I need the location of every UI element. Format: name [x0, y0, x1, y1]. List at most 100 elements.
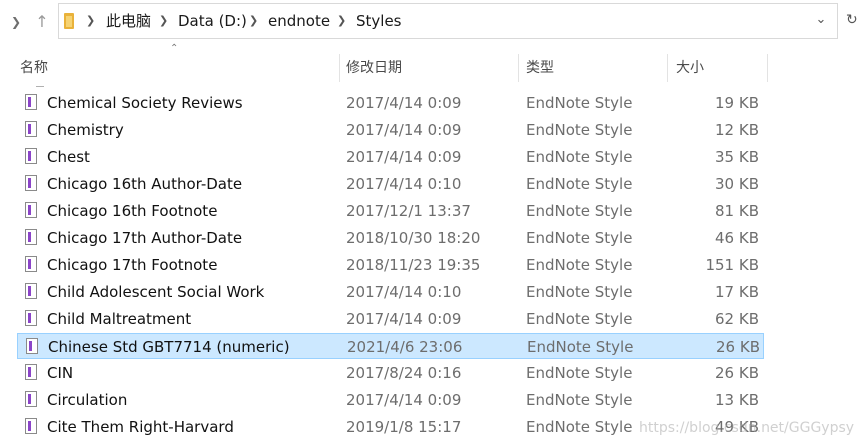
endnote-style-file-icon [25, 121, 37, 137]
endnote-style-file-icon [25, 391, 37, 407]
file-name: CIN [47, 364, 74, 382]
file-size: 17 KB [715, 283, 759, 301]
crumb-drive[interactable]: Data (D:) [178, 12, 247, 30]
up-arrow-icon[interactable]: ↑ [32, 10, 52, 34]
column-header-size[interactable]: 大小 [670, 54, 766, 82]
file-type: EndNote Style [526, 391, 633, 409]
sort-ascending-icon: ⌃ [170, 43, 179, 54]
address-history-dropdown-icon[interactable]: ⌄ [808, 8, 834, 32]
column-header-name[interactable]: 名称 [14, 54, 340, 82]
chevron-right-icon[interactable]: ❯ [337, 13, 346, 29]
file-type: EndNote Style [526, 121, 633, 139]
file-date: 2018/11/23 19:35 [346, 256, 481, 274]
file-date: 2017/12/1 13:37 [346, 202, 471, 220]
crumb-endnote[interactable]: endnote [268, 12, 330, 30]
endnote-style-file-icon [25, 418, 37, 434]
file-type: EndNote Style [527, 338, 634, 356]
column-header-type[interactable]: 类型 [520, 54, 668, 82]
file-date: 2017/4/14 0:10 [346, 175, 462, 193]
file-size: 26 KB [715, 364, 759, 382]
file-row[interactable]: Chest 2017/4/14 0:09 EndNote Style 35 KB [17, 144, 764, 170]
file-type: EndNote Style [526, 364, 633, 382]
file-date: 2017/4/14 0:09 [346, 391, 462, 409]
file-type: EndNote Style [526, 418, 633, 436]
file-row[interactable]: Chicago 16th Footnote 2017/12/1 13:37 EndN… [17, 198, 764, 224]
file-row[interactable]: Chemistry 2017/4/14 0:09 EndNote Style 12 K… [17, 117, 764, 143]
file-name: Chest [47, 148, 90, 166]
file-row[interactable]: Chicago 17th Footnote 2018/11/23 19:35 End… [17, 252, 764, 278]
file-type: EndNote Style [526, 94, 633, 112]
file-row[interactable]: Chicago 17th Author-Date 2018/10/30 18:20… [17, 225, 764, 251]
file-date: 2021/4/6 23:06 [347, 338, 463, 356]
chevron-right-icon[interactable]: ❯ [159, 13, 168, 29]
file-name: Chemical Society Reviews [47, 94, 243, 112]
file-size: 13 KB [715, 391, 759, 409]
refresh-icon[interactable]: ↻ [846, 8, 862, 32]
endnote-style-file-icon [25, 310, 37, 326]
file-date: 2017/4/14 0:09 [346, 94, 462, 112]
endnote-style-file-icon [25, 94, 37, 110]
crumb-styles[interactable]: Styles [356, 12, 402, 30]
file-type: EndNote Style [526, 256, 633, 274]
column-divider[interactable] [767, 54, 768, 82]
column-header-date[interactable]: 修改日期 [340, 54, 518, 82]
back-chevron-icon[interactable]: ❯ [6, 10, 26, 34]
crumb-this-pc[interactable]: 此电脑 [106, 12, 151, 30]
endnote-style-file-icon [25, 283, 37, 299]
file-size: 30 KB [715, 175, 759, 193]
file-type: EndNote Style [526, 283, 633, 301]
file-date: 2017/4/14 0:10 [346, 283, 462, 301]
chevron-right-icon[interactable]: ❯ [86, 13, 95, 29]
endnote-style-file-icon [25, 229, 37, 245]
file-name: Chemistry [47, 121, 124, 139]
endnote-style-file-icon [25, 256, 37, 272]
file-date: 2017/4/14 0:09 [346, 310, 462, 328]
watermark: https://blog.csdn.net/GGGypsy [639, 420, 855, 436]
partial-row-edge [36, 80, 44, 87]
file-name: Child Adolescent Social Work [47, 283, 265, 301]
file-row[interactable]: Chinese Std GBT7714 (numeric) 2021/4/6 23… [17, 333, 764, 359]
file-row[interactable]: Child Maltreatment 2017/4/14 0:09 EndNote … [17, 306, 764, 332]
file-name: Chicago 17th Footnote [47, 256, 218, 274]
file-date: 2017/4/14 0:09 [346, 148, 462, 166]
file-name: Circulation [47, 391, 128, 409]
file-size: 81 KB [715, 202, 759, 220]
file-row[interactable]: Circulation 2017/4/14 0:09 EndNote Style 13… [17, 387, 764, 413]
file-type: EndNote Style [526, 229, 633, 247]
file-date: 2017/8/24 0:16 [346, 364, 462, 382]
endnote-style-file-icon [25, 148, 37, 164]
file-row[interactable]: Chemical Society Reviews 2017/4/14 0:09 En… [17, 90, 764, 116]
file-row[interactable]: Child Adolescent Social Work 2017/4/14 0:… [17, 279, 764, 305]
file-type: EndNote Style [526, 148, 633, 166]
endnote-style-file-icon [25, 175, 37, 191]
file-name: Chinese Std GBT7714 (numeric) [48, 338, 290, 356]
folder-icon [64, 13, 74, 29]
file-size: 26 KB [716, 338, 760, 356]
address-bar[interactable]: ❯ 此电脑 ❯ Data (D:) ❯ endnote ❯ Styles [58, 3, 838, 39]
file-size: 151 KB [705, 256, 759, 274]
column-divider[interactable] [518, 54, 519, 82]
column-divider[interactable] [667, 54, 668, 82]
file-type: EndNote Style [526, 202, 633, 220]
chevron-right-icon[interactable]: ❯ [249, 13, 258, 29]
file-size: 35 KB [715, 148, 759, 166]
file-size: 62 KB [715, 310, 759, 328]
endnote-style-file-icon [25, 202, 37, 218]
file-size: 19 KB [715, 94, 759, 112]
file-row[interactable]: CIN 2017/8/24 0:16 EndNote Style 26 KB [17, 360, 764, 386]
file-size: 12 KB [715, 121, 759, 139]
file-name: Cite Them Right-Harvard [47, 418, 234, 436]
file-type: EndNote Style [526, 310, 633, 328]
endnote-style-file-icon [26, 338, 38, 354]
endnote-style-file-icon [25, 364, 37, 380]
column-header-row: 名称 修改日期 类型 大小 [0, 54, 862, 82]
file-name: Chicago 16th Author-Date [47, 175, 243, 193]
file-type: EndNote Style [526, 175, 633, 193]
file-date: 2019/1/8 15:17 [346, 418, 462, 436]
file-date: 2018/10/30 18:20 [346, 229, 481, 247]
file-name: Child Maltreatment [47, 310, 192, 328]
file-name: Chicago 17th Author-Date [47, 229, 243, 247]
file-row[interactable]: Chicago 16th Author-Date 2017/4/14 0:10 En… [17, 171, 764, 197]
file-name: Chicago 16th Footnote [47, 202, 218, 220]
file-size: 46 KB [715, 229, 759, 247]
